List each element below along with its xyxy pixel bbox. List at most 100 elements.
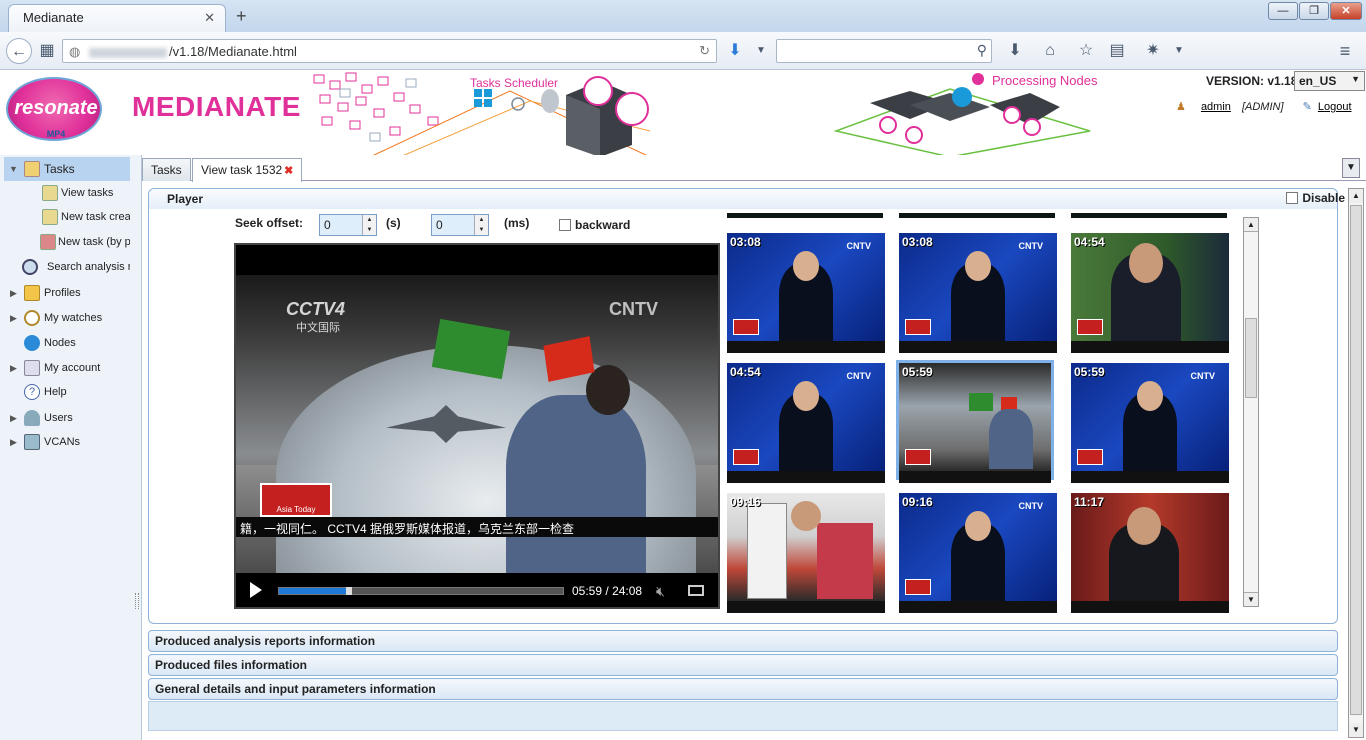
video-thumbnail[interactable]: 04:54 bbox=[1071, 233, 1229, 353]
expand-arrow-icon[interactable]: ▶ bbox=[10, 356, 17, 380]
sidebar-item-my-account[interactable]: ▶ My account bbox=[0, 356, 130, 380]
extension-dropdown-icon[interactable]: ▼ bbox=[1166, 38, 1192, 64]
video-thumbnail[interactable]: CNTV 03:08 bbox=[727, 233, 885, 353]
video-thumbnail[interactable]: 11:17 bbox=[1071, 493, 1229, 613]
search-input[interactable]: ⚲ bbox=[776, 39, 992, 63]
sidebar-item-tasks[interactable]: ▼ Tasks bbox=[4, 157, 130, 181]
user-link[interactable]: admin bbox=[1201, 101, 1231, 113]
expand-arrow-icon[interactable]: ▼ bbox=[9, 157, 18, 181]
video-thumbnail[interactable]: CNTV 03:08 bbox=[899, 233, 1057, 353]
video-thumbnail[interactable]: CNTV 05:59 bbox=[1071, 363, 1229, 483]
globe-icon: ◍ bbox=[69, 44, 81, 59]
main-scrollbar[interactable]: ▲ ▼ bbox=[1348, 188, 1364, 738]
spinner-arrows-icon[interactable]: ▲ ▼ bbox=[362, 215, 376, 235]
thumbnail-timestamp: 11:17 bbox=[1074, 495, 1105, 509]
sidebar-item-profiles[interactable]: ▶ Profiles bbox=[0, 281, 130, 305]
new-task-icon bbox=[42, 209, 58, 225]
tab-view-task[interactable]: View task 1532 ✖ bbox=[192, 158, 303, 182]
reload-icon[interactable]: ↻ bbox=[699, 43, 710, 59]
checkbox-icon[interactable] bbox=[559, 219, 571, 231]
sidebar-item-view-tasks[interactable]: View tasks bbox=[0, 181, 130, 205]
duration: 24:08 bbox=[612, 584, 643, 598]
spinner-arrows-icon[interactable]: ▲ ▼ bbox=[474, 215, 488, 235]
seek-seconds-spinner[interactable]: 0 ▲ ▼ bbox=[319, 214, 377, 236]
tab-tasks[interactable]: Tasks bbox=[142, 158, 191, 181]
player-panel-header[interactable]: Player bbox=[149, 189, 1337, 209]
new-task-profile-icon bbox=[40, 234, 56, 250]
downloads-icon[interactable]: ⬇ bbox=[1002, 38, 1028, 64]
back-button[interactable]: ← bbox=[6, 38, 32, 64]
sidebar-item-my-watches[interactable]: ▶ My watches bbox=[0, 306, 130, 330]
sidebar-item-new-task-profile[interactable]: New task (by profile) bbox=[0, 230, 130, 254]
maximize-button[interactable]: ❐ bbox=[1299, 2, 1329, 20]
program-logo-mini bbox=[733, 449, 759, 465]
thumbnail-image bbox=[727, 493, 885, 601]
channel-logo: CCTV4 bbox=[286, 299, 346, 319]
menu-icon[interactable]: ≡ bbox=[1332, 38, 1358, 64]
sidebar-item-nodes[interactable]: Nodes bbox=[0, 331, 130, 355]
thumbnail-scrollbar[interactable]: ▲ ▼ bbox=[1243, 217, 1259, 607]
extension-icon[interactable]: ✷ bbox=[1140, 38, 1166, 64]
chevron-down-icon[interactable]: ▼ bbox=[748, 38, 774, 64]
video-thumbnail[interactable]: 05:59 bbox=[896, 360, 1054, 483]
url-bar[interactable]: ◍ /v1.18/Medianate.html ↻ bbox=[62, 39, 717, 63]
video-thumbnail[interactable]: 09:16 bbox=[727, 493, 885, 613]
sidebar-item-label: Profiles bbox=[44, 287, 81, 299]
sidebar-splitter[interactable] bbox=[135, 593, 139, 609]
video-thumbnail[interactable]: CNTV 09:16 bbox=[899, 493, 1057, 613]
bookmark-star-icon[interactable]: ☆ bbox=[1073, 38, 1099, 64]
section-analysis-reports[interactable]: Produced analysis reports information bbox=[148, 630, 1338, 652]
disable-checkbox[interactable]: Disable bbox=[1286, 191, 1345, 205]
expand-arrow-icon[interactable]: ▶ bbox=[10, 306, 17, 330]
close-tab-icon[interactable]: ✕ bbox=[204, 10, 215, 26]
sidebar-item-help[interactable]: ? Help bbox=[0, 380, 130, 404]
banner-illustration bbox=[313, 72, 1091, 157]
mute-icon[interactable]: 🔇︎ bbox=[656, 583, 665, 600]
new-tab-button[interactable]: + bbox=[236, 6, 247, 27]
seek-ms-spinner[interactable]: 0 ▲ ▼ bbox=[431, 214, 489, 236]
expand-arrow-icon[interactable]: ▶ bbox=[10, 430, 17, 454]
sidebar-item-search-analysis[interactable]: Search analysis reports bbox=[0, 255, 130, 279]
speaker-face bbox=[1129, 243, 1163, 283]
scroll-down-icon[interactable]: ▼ bbox=[1349, 723, 1363, 737]
scroll-thumb[interactable] bbox=[1350, 205, 1362, 715]
expand-arrow-icon[interactable]: ▶ bbox=[10, 406, 17, 430]
browser-tab[interactable]: Medianate ✕ bbox=[8, 4, 226, 32]
history-icon[interactable]: ▦ bbox=[34, 38, 60, 64]
download-arrow-icon[interactable]: ⬇ bbox=[722, 38, 748, 64]
video-player[interactable]: CCTV4 中文国际 CNTV Asia Today 籍，一视同仁。 CCTV4… bbox=[234, 243, 720, 609]
logout-link[interactable]: Logout bbox=[1318, 101, 1352, 113]
minimize-button[interactable]: — bbox=[1268, 2, 1298, 20]
bookmarks-list-icon[interactable]: ▤ bbox=[1104, 38, 1130, 64]
app-header: resonate MP4 MEDIANATE Tasks Scheduler P… bbox=[0, 71, 1366, 157]
checkbox-icon[interactable] bbox=[1286, 192, 1299, 204]
green-flag-mini bbox=[969, 393, 993, 411]
close-tab-icon[interactable]: ✖ bbox=[284, 165, 293, 177]
scroll-thumb[interactable] bbox=[1245, 318, 1257, 398]
sidebar-item-vcans[interactable]: ▶ VCANs bbox=[0, 430, 130, 454]
section-produced-files[interactable]: Produced files information bbox=[148, 654, 1338, 676]
close-window-button[interactable]: ✕ bbox=[1330, 2, 1362, 20]
video-frame[interactable]: CCTV4 中文国际 CNTV Asia Today 籍，一视同仁。 CCTV4… bbox=[236, 275, 718, 573]
sidebar-item-users[interactable]: ▶ Users bbox=[0, 406, 130, 430]
video-thumbnail[interactable]: CNTV 04:54 bbox=[727, 363, 885, 483]
scroll-up-icon[interactable]: ▲ bbox=[1349, 189, 1363, 203]
scroll-down-icon[interactable]: ▼ bbox=[1244, 592, 1258, 606]
sidebar-item-label: Search analysis reports bbox=[47, 261, 130, 273]
play-icon[interactable] bbox=[250, 582, 262, 598]
tab-menu-button[interactable]: ▼ bbox=[1342, 158, 1360, 178]
sidebar-item-label: Users bbox=[44, 412, 73, 424]
scroll-up-icon[interactable]: ▲ bbox=[1244, 218, 1258, 232]
section-general-details[interactable]: General details and input parameters inf… bbox=[148, 678, 1338, 700]
home-icon[interactable]: ⌂ bbox=[1037, 38, 1063, 64]
progress-bar[interactable] bbox=[278, 587, 564, 595]
anchor-face bbox=[793, 251, 819, 281]
fullscreen-icon[interactable] bbox=[688, 585, 704, 596]
expand-arrow-icon[interactable]: ▶ bbox=[10, 281, 17, 305]
account-card-icon bbox=[24, 360, 40, 376]
language-select[interactable]: en_US ▼ bbox=[1294, 71, 1365, 91]
progress-knob[interactable] bbox=[346, 587, 353, 595]
sidebar-item-new-task[interactable]: New task creation bbox=[0, 205, 130, 229]
search-icon[interactable]: ⚲ bbox=[977, 42, 987, 59]
backward-checkbox[interactable]: backward bbox=[559, 218, 630, 232]
